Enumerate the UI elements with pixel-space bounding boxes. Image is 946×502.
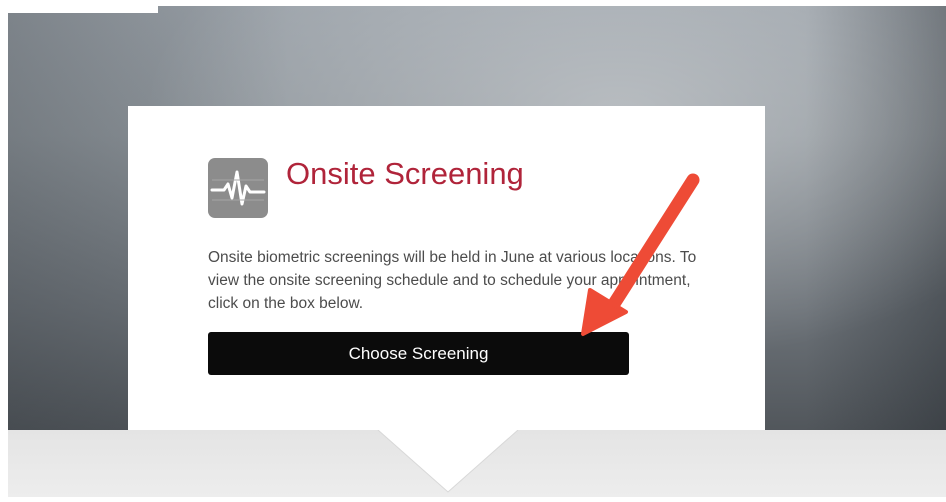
red-arrow-annotation <box>581 173 700 336</box>
